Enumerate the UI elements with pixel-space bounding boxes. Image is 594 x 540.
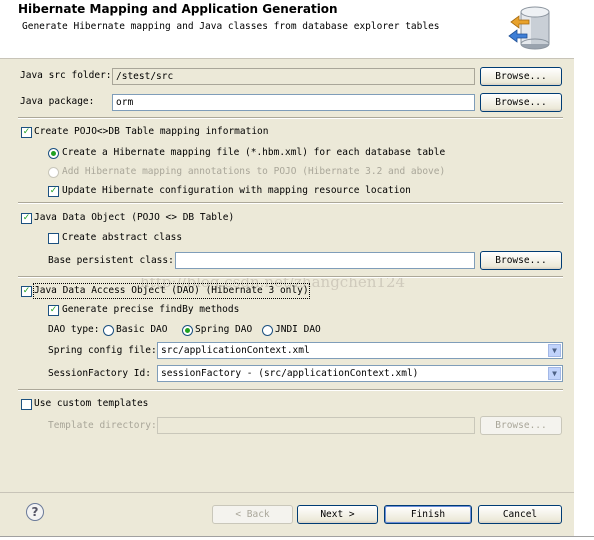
update-config-label: Update Hibernate configuration with mapp… bbox=[62, 185, 411, 196]
custom-templates-label: Use custom templates bbox=[34, 398, 149, 409]
dao-type-spring-radio[interactable] bbox=[182, 325, 193, 336]
abstract-class-checkbox[interactable] bbox=[48, 233, 59, 244]
package-browse-button[interactable]: Browse... bbox=[480, 93, 562, 112]
base-class-browse-button[interactable]: Browse... bbox=[480, 251, 562, 270]
next-button[interactable]: Next > bbox=[297, 505, 378, 524]
separator bbox=[18, 389, 563, 391]
data-object-label: Java Data Object (POJO <> DB Table) bbox=[34, 212, 235, 223]
session-factory-value: sessionFactory - (src/applicationContext… bbox=[161, 368, 419, 379]
help-icon[interactable]: ? bbox=[26, 503, 44, 521]
separator bbox=[18, 276, 563, 278]
dao-type-label: DAO type: bbox=[48, 324, 100, 335]
session-factory-label: SessionFactory Id: bbox=[48, 368, 151, 379]
abstract-class-label: Create abstract class bbox=[62, 232, 183, 243]
template-dir-browse-button[interactable]: Browse... bbox=[480, 416, 562, 435]
window-bottom-edge bbox=[0, 536, 594, 540]
page-description: Generate Hibernate mapping and Java clas… bbox=[22, 21, 440, 32]
dao-type-basic-radio[interactable] bbox=[103, 325, 114, 336]
finish-button[interactable]: Finish bbox=[384, 505, 472, 524]
mapping-file-radio[interactable] bbox=[48, 148, 59, 159]
template-dir-label: Template directory: bbox=[48, 420, 157, 431]
chevron-down-icon[interactable]: ▼ bbox=[548, 367, 561, 380]
dao-type-basic-label: Basic DAO bbox=[116, 324, 168, 335]
window-edge bbox=[574, 0, 594, 539]
separator bbox=[18, 117, 563, 119]
spring-config-combo[interactable]: src/applicationContext.xml ▼ bbox=[157, 342, 563, 359]
src-folder-label: Java src folder: bbox=[20, 70, 112, 81]
dao-type-spring-label: Spring DAO bbox=[195, 324, 253, 335]
database-conversion-icon bbox=[508, 6, 550, 50]
back-button[interactable]: < Back bbox=[212, 505, 293, 524]
template-dir-field[interactable] bbox=[157, 417, 475, 434]
custom-templates-checkbox[interactable] bbox=[21, 399, 32, 410]
src-folder-browse-button[interactable]: Browse... bbox=[480, 67, 562, 86]
annotations-radio[interactable] bbox=[48, 167, 59, 178]
precise-findby-label: Generate precise findBy methods bbox=[62, 304, 240, 315]
dao-label: Java Data Access Object (DAO) (Hibernate… bbox=[33, 283, 310, 299]
base-class-label: Base persistent class: bbox=[48, 255, 174, 266]
annotations-label: Add Hibernate mapping annotations to POJ… bbox=[62, 166, 446, 177]
mapping-file-label: Create a Hibernate mapping file (*.hbm.x… bbox=[62, 147, 446, 158]
spring-config-value: src/applicationContext.xml bbox=[161, 345, 310, 356]
chevron-down-icon[interactable]: ▼ bbox=[548, 344, 561, 357]
precise-findby-checkbox[interactable]: ✓ bbox=[48, 305, 59, 316]
pojo-db-label: Create POJO<>DB Table mapping informatio… bbox=[34, 126, 269, 137]
package-label: Java package: bbox=[20, 96, 95, 107]
src-folder-field[interactable]: /stest/src bbox=[112, 68, 475, 85]
package-field[interactable]: orm bbox=[112, 94, 475, 111]
dao-type-jndi-label: JNDI DAO bbox=[275, 324, 321, 335]
update-config-checkbox[interactable]: ✓ bbox=[48, 186, 59, 197]
session-factory-combo[interactable]: sessionFactory - (src/applicationContext… bbox=[157, 365, 563, 382]
pojo-db-checkbox[interactable]: ✓ bbox=[21, 127, 32, 138]
base-class-field[interactable] bbox=[175, 252, 475, 269]
dao-checkbox[interactable]: ✓ bbox=[21, 286, 32, 297]
wizard-header: Hibernate Mapping and Application Genera… bbox=[0, 0, 574, 59]
dao-type-jndi-radio[interactable] bbox=[262, 325, 273, 336]
cancel-button[interactable]: Cancel bbox=[478, 505, 562, 524]
spring-config-label: Spring config file: bbox=[48, 345, 157, 356]
separator bbox=[18, 202, 563, 204]
data-object-checkbox[interactable]: ✓ bbox=[21, 213, 32, 224]
page-title: Hibernate Mapping and Application Genera… bbox=[18, 2, 338, 16]
